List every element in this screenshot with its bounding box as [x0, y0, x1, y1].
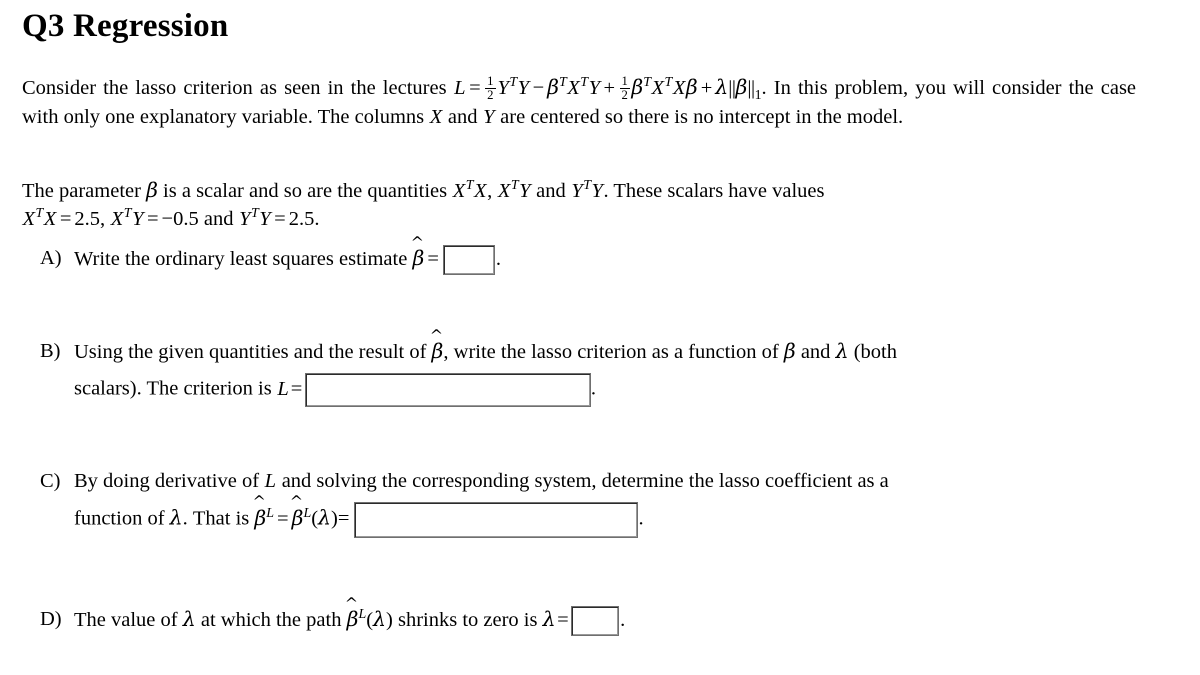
- question-d-marker: D): [40, 608, 62, 630]
- lambda-symbol: λ: [542, 607, 556, 631]
- answer-box-c[interactable]: [354, 502, 639, 538]
- beta-hat-lasso-symbol: ^ β: [252, 492, 267, 530]
- page-title: Q3 Regression: [22, 8, 229, 44]
- beta-hat-symbol: ^ β: [410, 232, 425, 270]
- question-c: C) By doing derivative of L and solving …: [40, 466, 1138, 538]
- beta-symbol: β: [146, 178, 158, 202]
- question-c-line1: By doing derivative of L and solving the…: [74, 470, 889, 492]
- answer-box-a[interactable]: [442, 245, 495, 276]
- question-b: B) Using the given quantities and the re…: [40, 325, 1138, 407]
- answer-box-b[interactable]: [304, 373, 591, 407]
- question-b-line1: Using the given quantities and the resul…: [74, 325, 1138, 367]
- question-b-marker: B): [40, 340, 61, 362]
- beta-symbol: β: [783, 339, 796, 363]
- given-value-yty: YTY = 2.5.: [239, 206, 320, 230]
- beta-hat-lasso-symbol: ^ β: [289, 492, 304, 530]
- lasso-criterion-formula: L = 1 2 YTY − βTXTY +1 2 βTXTXβ + λ||β||1.: [454, 73, 767, 104]
- question-c-marker: C): [40, 470, 61, 492]
- given-value-xtx: XTX = 2.5,: [22, 206, 106, 230]
- given-quantities-paragraph: The parameter β is a scalar and so are t…: [22, 178, 825, 230]
- beta-hat-lasso-symbol: ^ β: [344, 593, 359, 631]
- question-a-body: Write the ordinary least squares estimat…: [74, 232, 1140, 276]
- given-value-xty: XTY = −0.5: [110, 206, 199, 230]
- question-d-body: The value of λ at which the path ^ βL(λ) …: [74, 593, 1140, 637]
- document-page: Q3 Regression Consider the lasso criteri…: [0, 0, 1200, 675]
- lambda-symbol: λ: [835, 339, 849, 363]
- question-a-marker: A): [40, 247, 62, 269]
- lambda-symbol: λ: [182, 607, 196, 631]
- answer-box-d[interactable]: [571, 606, 620, 637]
- question-d: D) The value of λ at which the path ^ βL(…: [40, 593, 1140, 637]
- intro-text-before: Consider the lasso criterion as seen in …: [22, 77, 447, 99]
- question-b-line2: scalars). The criterion is L=.: [74, 373, 1138, 407]
- intro-paragraph: Consider the lasso criterion as seen in …: [22, 73, 1136, 131]
- beta-hat-symbol: ^ β: [429, 325, 444, 363]
- question-c-line2: function of λ. That is ^ βL = ^ βL(λ)=.: [74, 492, 1138, 538]
- lambda-symbol: λ: [169, 505, 183, 530]
- question-a: A) Write the ordinary least squares esti…: [40, 232, 1140, 276]
